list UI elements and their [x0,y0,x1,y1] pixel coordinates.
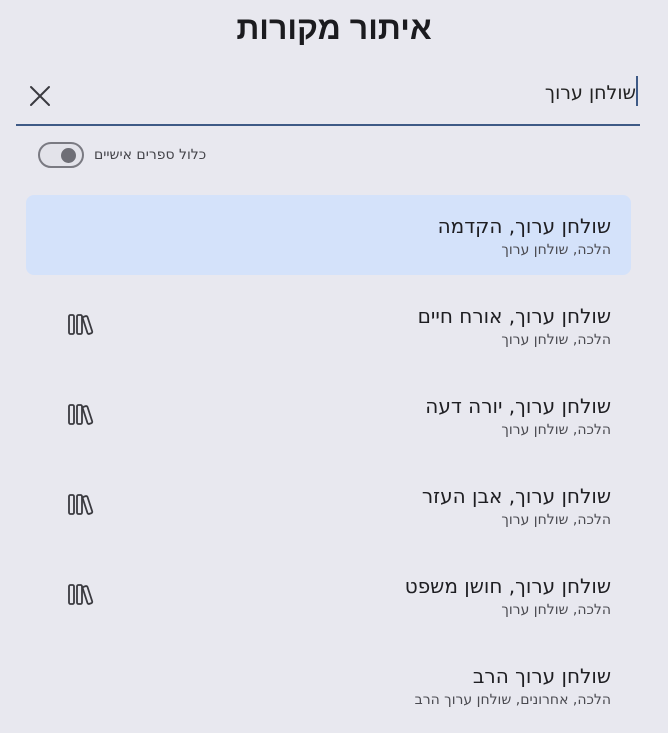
result-item[interactable]: שולחן ערוך הרב הלכה, אחרונים, שולחן ערוך … [26,645,631,725]
result-title: שולחן ערוך, אורח חיים [417,304,611,328]
toggle-knob [61,148,76,163]
books-icon [66,401,96,429]
result-title: שולחן ערוך, יורה דעה [425,394,611,418]
result-path: הלכה, שולחן ערוך [501,422,611,438]
result-path: הלכה, שולחן ערוך [501,512,611,528]
result-path: הלכה, שולחן ערוך [501,602,611,618]
search-bar [16,68,640,126]
result-title: שולחן ערוך, חושן משפט [404,574,611,598]
result-item[interactable]: שולחן ערוך, יורה דעה הלכה, שולחן ערוך [26,375,631,455]
text-caret [636,76,638,106]
close-icon [30,86,50,106]
clear-search-button[interactable] [24,80,56,112]
find-sources-dialog: איתור מקורות כלול ספרים אישיים שולחן ערו… [0,0,668,733]
result-item[interactable]: שולחן ערוך, אורח חיים הלכה, שולחן ערוך [26,285,631,365]
result-item[interactable]: שולחן ערוך, אבן העזר הלכה, שולחן ערוך [26,465,631,545]
result-title: שולחן ערוך, הקדמה [437,214,611,238]
result-item[interactable]: שולחן ערוך, הקדמה הלכה, שולחן ערוך [26,195,631,275]
result-title: שולחן ערוך, אבן העזר [421,484,611,508]
page-title: איתור מקורות [236,10,432,46]
result-title: שולחן ערוך הרב [472,664,611,688]
toggle-label: כלול ספרים אישיים [94,147,207,163]
result-path: הלכה, שולחן ערוך [501,242,611,258]
personal-books-toggle[interactable] [38,142,84,168]
books-icon [66,581,96,609]
results-list: שולחן ערוך, הקדמה הלכה, שולחן ערוך שולחן ע… [26,195,631,733]
result-item[interactable]: שולחן ערוך, חושן משפט הלכה, שולחן ערוך [26,555,631,635]
result-path: הלכה, שולחן ערוך [501,332,611,348]
result-path: הלכה, אחרונים, שולחן ערוך הרב [414,692,611,708]
books-icon [66,491,96,519]
search-input[interactable] [76,76,636,110]
books-icon [66,311,96,339]
personal-books-toggle-row: כלול ספרים אישיים [38,140,206,170]
